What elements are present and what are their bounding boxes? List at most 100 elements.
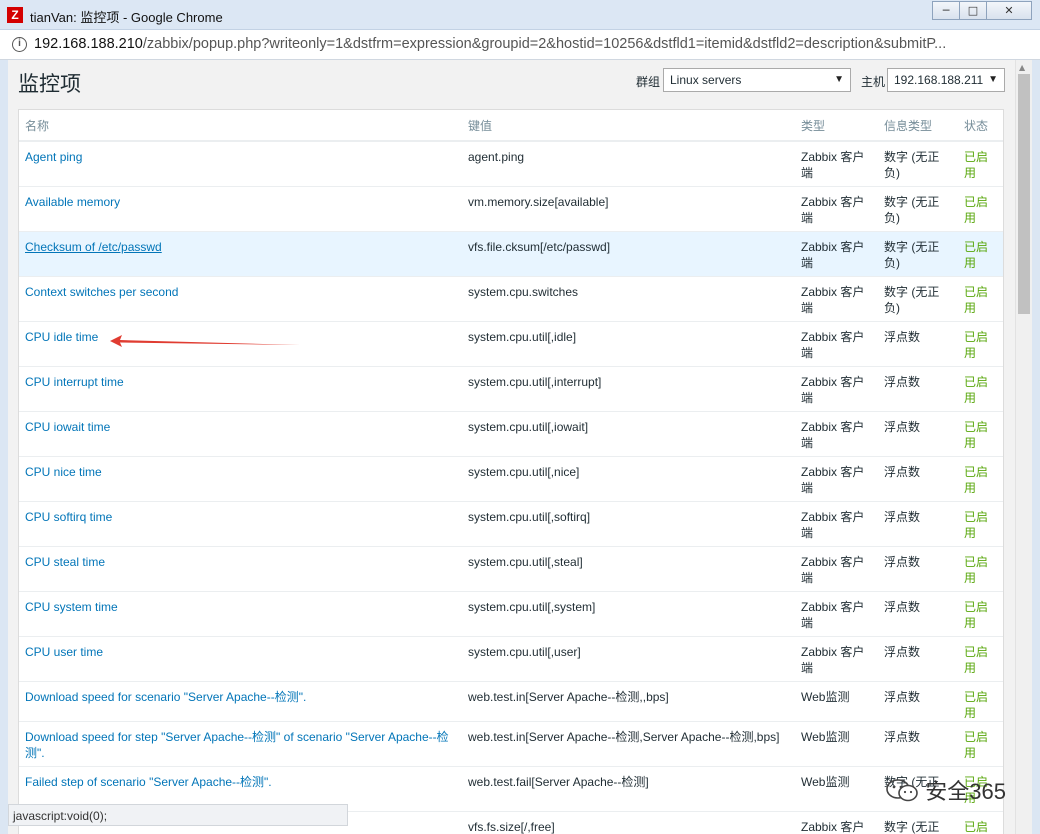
item-status: 已启用: [958, 636, 1003, 682]
watermark: 安全365: [885, 774, 1006, 806]
zabbix-app-icon: Z: [7, 7, 23, 23]
item-info-type: 浮点数: [878, 636, 958, 682]
item-type: Web监测: [795, 721, 878, 767]
item-status: 已启用: [958, 501, 1003, 547]
column-header-name: 名称: [19, 110, 462, 142]
item-key: system.cpu.util[,steal]: [462, 546, 795, 592]
item-key: web.test.in[Server Apache--检测,,bps]: [462, 681, 795, 722]
table-body: Agent ping agent.ping Zabbix 客户端 数字 (无正负) 已启…: [19, 141, 1003, 834]
item-name-link[interactable]: Download speed for scenario "Server Apac…: [25, 690, 306, 704]
item-name-link[interactable]: CPU softirq time: [25, 510, 112, 524]
chevron-down-icon: ▼: [834, 74, 844, 85]
item-status: 已启用: [958, 456, 1003, 502]
table-row: Context switches per second system.cpu.sw…: [19, 276, 1003, 322]
item-status: 已启用: [958, 276, 1003, 322]
item-info-type: 浮点数: [878, 591, 958, 637]
scrollbar-thumb[interactable]: [1018, 74, 1030, 314]
annotation-arrow-icon: [110, 335, 300, 347]
item-type: Web监测: [795, 681, 878, 722]
item-status: 已启用: [958, 811, 1003, 834]
item-type: Web监测: [795, 766, 878, 812]
table-row: CPU steal time system.cpu.util[,steal] Zab…: [19, 546, 1003, 592]
item-name-link[interactable]: CPU nice time: [25, 465, 102, 479]
item-info-type: 数字 (无正负): [878, 276, 958, 322]
item-status: 已启用: [958, 366, 1003, 412]
page-content: 监控项 群组 Linux servers ▼ 主机 192.168.188.21…: [8, 60, 1032, 834]
vertical-scrollbar[interactable]: ▲: [1015, 60, 1032, 834]
item-type: Zabbix 客户端: [795, 231, 878, 277]
item-name-link[interactable]: Download speed for step "Server Apache--…: [25, 730, 449, 760]
host-select-value: 192.168.188.211: [894, 73, 984, 87]
scroll-up-icon[interactable]: ▲: [1019, 63, 1025, 72]
url-host: 192.168.188.210: [34, 36, 143, 52]
close-button[interactable]: ✕: [986, 1, 1032, 20]
item-type: Zabbix 客户端: [795, 186, 878, 232]
item-status: 已启用: [958, 591, 1003, 637]
item-info-type: 浮点数: [878, 321, 958, 367]
item-name-link[interactable]: Failed step of scenario "Server Apache--…: [25, 775, 272, 789]
group-filter-label: 群组: [636, 75, 661, 89]
table-row: CPU nice time system.cpu.util[,nice] Zabbi…: [19, 456, 1003, 502]
item-name-link[interactable]: Available memory: [25, 195, 120, 209]
url-text[interactable]: 192.168.188.210/zabbix/popup.php?writeon…: [34, 36, 1024, 52]
column-header-status: 状态: [958, 110, 1003, 142]
item-key: agent.ping: [462, 141, 795, 187]
item-type: Zabbix 客户端: [795, 591, 878, 637]
items-table-panel: 名称 键值 类型 信息类型 状态 Agent ping agent.ping Zab…: [18, 109, 1004, 834]
table-row: CPU system time system.cpu.util[,system] Z…: [19, 591, 1003, 637]
column-header-key: 键值: [462, 110, 795, 142]
item-name-link[interactable]: CPU steal time: [25, 555, 105, 569]
item-key: system.cpu.util[,system]: [462, 591, 795, 637]
item-name-link[interactable]: Context switches per second: [25, 285, 178, 299]
item-type: Zabbix 客户: [795, 811, 878, 834]
watermark-text: 安全365: [925, 779, 1006, 804]
column-header-type: 类型: [795, 110, 878, 142]
window-controls: ─ □ ✕: [932, 1, 1032, 20]
items-table: 名称 键值 类型 信息类型 状态 Agent ping agent.ping Zab…: [19, 110, 1003, 834]
table-row: Available memory vm.memory.size[available…: [19, 186, 1003, 232]
page-title: 监控项: [18, 73, 81, 96]
item-info-type: 浮点数: [878, 721, 958, 767]
item-name-link[interactable]: CPU iowait time: [25, 420, 110, 434]
item-status: 已启用: [958, 141, 1003, 187]
item-name-link[interactable]: CPU interrupt time: [25, 375, 124, 389]
item-status: 已启用: [958, 411, 1003, 457]
item-key: web.test.fail[Server Apache--检测]: [462, 766, 795, 812]
table-row: Download speed for scenario "Server Apac…: [19, 681, 1003, 722]
item-name-link[interactable]: CPU idle time: [25, 330, 98, 344]
item-key: system.cpu.util[,idle]: [462, 321, 795, 367]
item-key: system.cpu.util[,nice]: [462, 456, 795, 502]
chevron-down-icon: ▼: [988, 74, 998, 85]
item-status: 已启用: [958, 231, 1003, 277]
item-info-type: 数字 (无正负): [878, 231, 958, 277]
window-titlebar: Z tianVan: 监控项 - Google Chrome ─ □ ✕: [0, 0, 1040, 30]
item-name-link[interactable]: CPU system time: [25, 600, 118, 614]
item-type: Zabbix 客户端: [795, 141, 878, 187]
item-info-type: 浮点数: [878, 366, 958, 412]
item-type: Zabbix 客户端: [795, 411, 878, 457]
item-key: vm.memory.size[available]: [462, 186, 795, 232]
table-row: CPU softirq time system.cpu.util[,softirq…: [19, 501, 1003, 547]
item-info-type: 浮点数: [878, 501, 958, 547]
item-status: 已启用: [958, 321, 1003, 367]
item-name-link[interactable]: Agent ping: [25, 150, 82, 164]
item-name-link[interactable]: Checksum of /etc/passwd: [25, 240, 162, 254]
group-select[interactable]: Linux servers ▼: [663, 68, 851, 92]
item-key: system.cpu.util[,iowait]: [462, 411, 795, 457]
item-key: vfs.fs.size[/,free]: [462, 811, 795, 834]
host-select[interactable]: 192.168.188.211 ▼: [887, 68, 1005, 92]
item-status: 已启用: [958, 546, 1003, 592]
browser-status-bar: javascript:void(0);: [8, 804, 348, 826]
item-type: Zabbix 客户端: [795, 546, 878, 592]
maximize-button[interactable]: □: [959, 1, 987, 20]
item-name-link[interactable]: CPU user time: [25, 645, 103, 659]
minimize-button[interactable]: ─: [932, 1, 960, 20]
info-icon[interactable]: i: [12, 37, 27, 52]
item-status: 已启用: [958, 186, 1003, 232]
item-status: 已启用: [958, 721, 1003, 767]
item-key: web.test.in[Server Apache--检测,Server Apa…: [462, 721, 795, 767]
item-info-type: 数字 (无正: [878, 811, 958, 834]
address-bar[interactable]: i 192.168.188.210/zabbix/popup.php?write…: [0, 30, 1040, 60]
table-row: Download speed for step "Server Apache--…: [19, 721, 1003, 767]
item-info-type: 浮点数: [878, 456, 958, 502]
